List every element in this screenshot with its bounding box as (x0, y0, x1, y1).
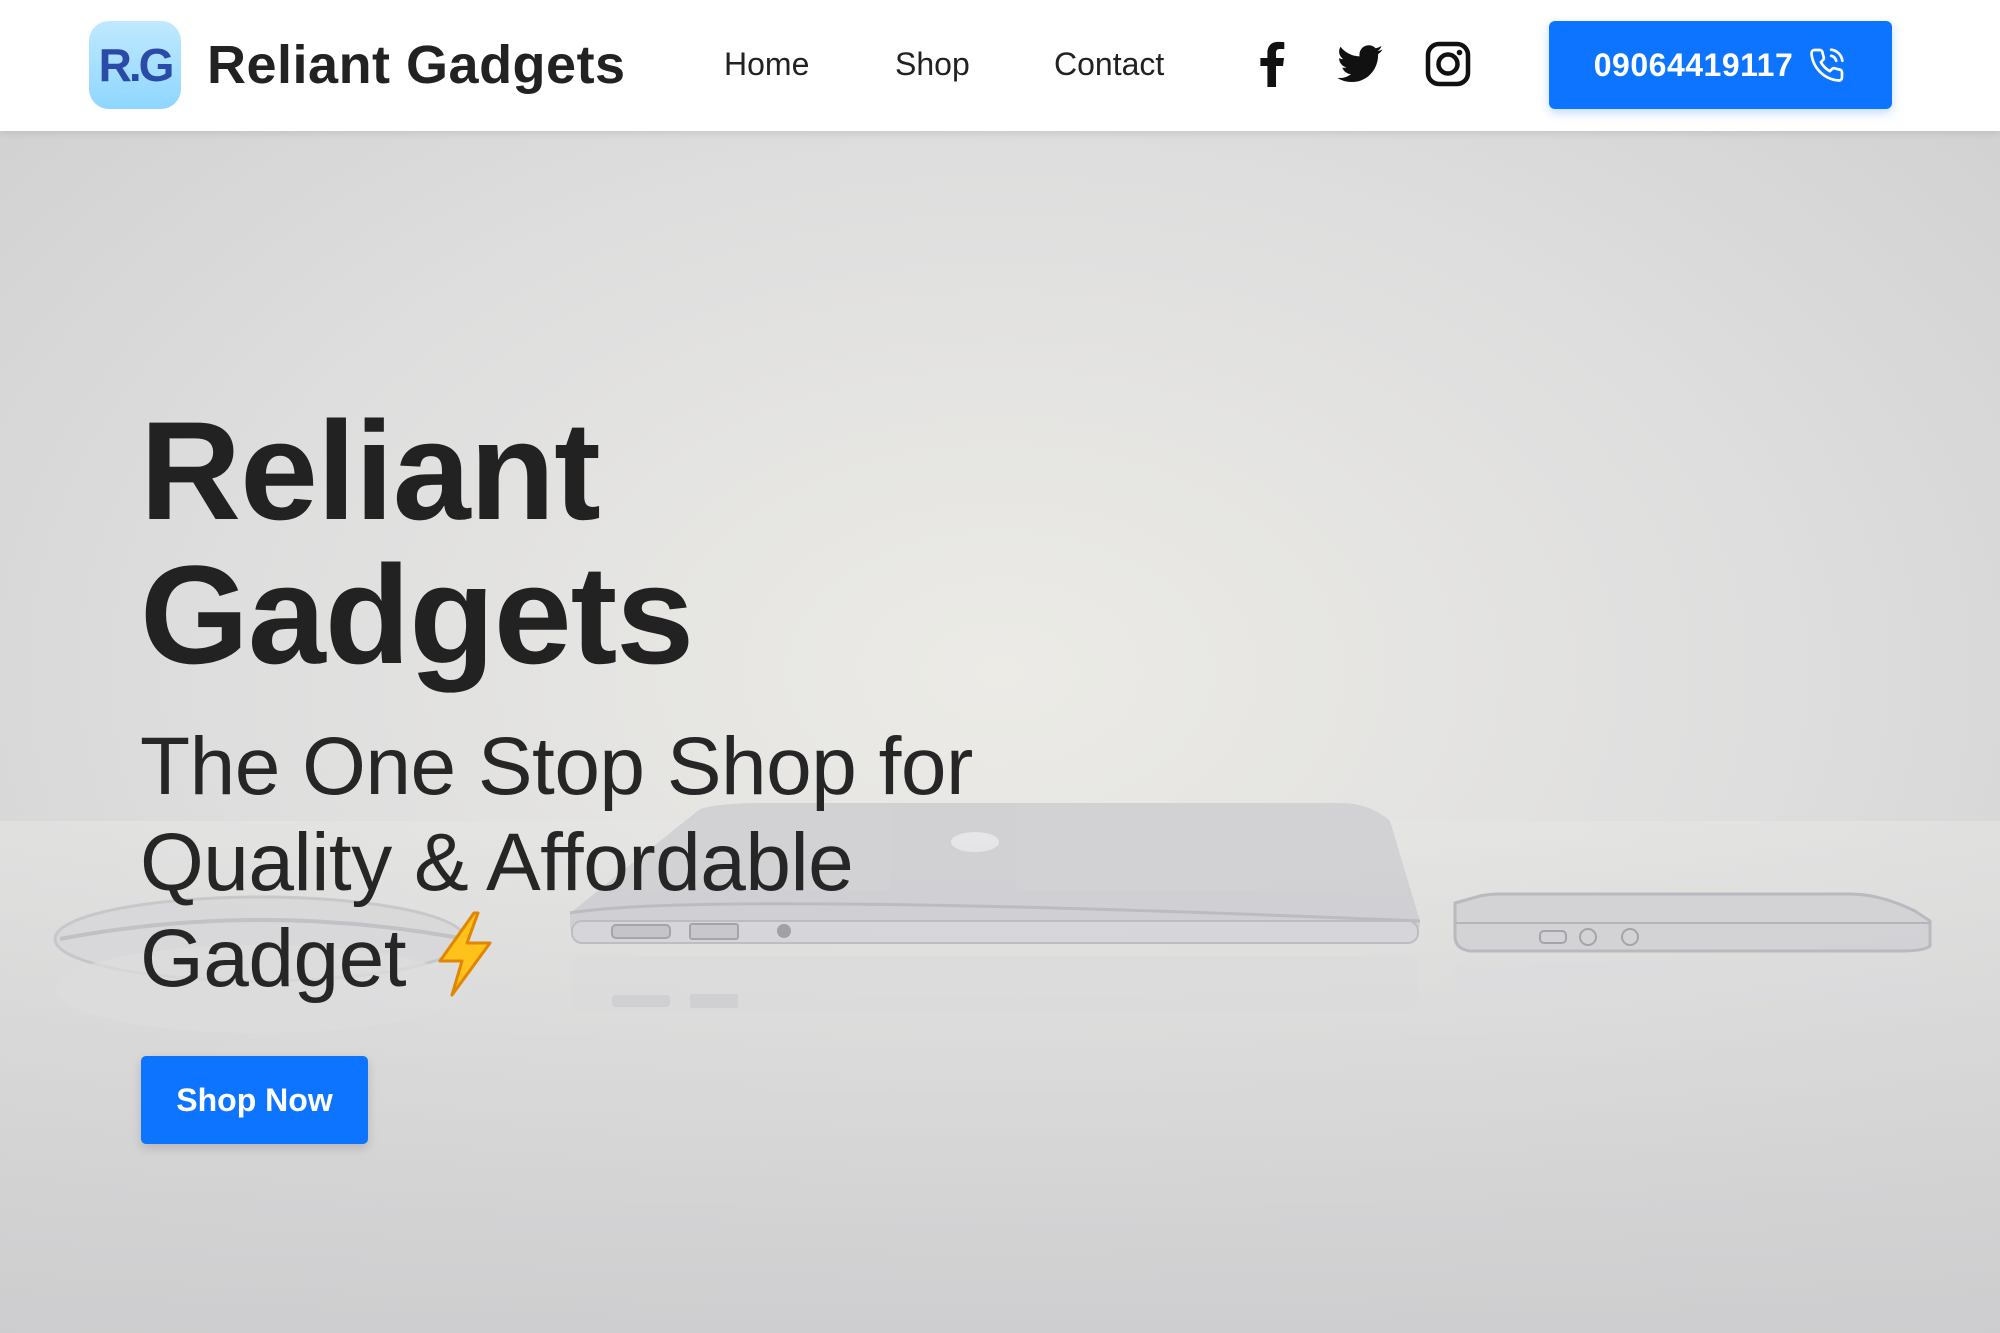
facebook-icon[interactable] (1245, 38, 1297, 90)
twitter-icon[interactable] (1334, 38, 1386, 90)
landing-page: R.G Reliant Gadgets Home Shop Contact 09… (0, 0, 2000, 1333)
hero-section: Reliant Gadgets The One Stop Shop for Qu… (0, 131, 2000, 1333)
hero-subtitle-line-3: Gadget (140, 913, 406, 1005)
phone-number: 09064419117 (1593, 46, 1794, 83)
phone-icon (1807, 45, 1847, 85)
shop-now-button[interactable]: Shop Now (141, 1056, 368, 1144)
nav-link-home[interactable]: Home (724, 38, 809, 90)
hero-title-line-1: Reliant (140, 392, 601, 549)
hero-subtitle-line-2: Quality & Affordable (140, 817, 854, 908)
logo-text: R.G (98, 39, 175, 91)
navbar: R.G Reliant Gadgets Home Shop Contact 09… (0, 0, 2000, 131)
hero-title-line-2: Gadgets (140, 536, 694, 693)
nav-link-contact[interactable]: Contact (1054, 38, 1164, 90)
phone-image (1453, 892, 1932, 1001)
brand-name: Reliant Gadgets (207, 35, 626, 95)
nav-link-shop[interactable]: Shop (895, 38, 970, 90)
hero-subtitle-line-1: The One Stop Shop for (140, 721, 973, 812)
hero-subtitle: The One Stop Shop for Quality & Affordab… (140, 719, 1060, 1018)
brand-logo: R.G (89, 21, 181, 109)
phone-button[interactable]: 09064419117 (1549, 21, 1892, 109)
lightning-bolt-icon (434, 911, 496, 1018)
hero-title: Reliant Gadgets (140, 399, 1040, 687)
brand-link[interactable]: R.G Reliant Gadgets (89, 21, 626, 109)
instagram-icon[interactable] (1422, 38, 1474, 90)
